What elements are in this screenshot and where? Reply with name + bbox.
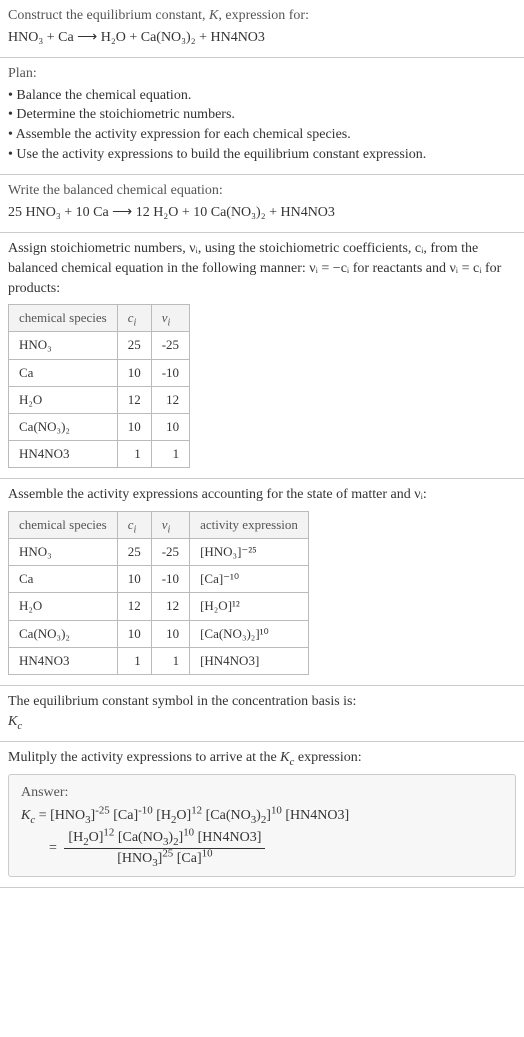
plan-item: Balance the chemical equation. [8,86,516,106]
cell-vi: 10 [151,620,189,647]
cell-species: HNO₃ [9,539,118,566]
col-vi: νi [151,511,189,538]
cell-species: Ca(NO₃)₂ [9,620,118,647]
cell-ci: 10 [117,359,151,386]
table-row: Ca(NO₃)₂ 10 10 [Ca(NO₃)₂]¹⁰ [9,620,309,647]
answer-line2: = [H2O]12 [Ca(NO3)2]10 [HN4NO3] [HNO3]25… [49,828,503,868]
equals-sign: = [49,840,60,855]
cell-ci: 25 [117,332,151,359]
table-header-row: chemical species ci νi activity expressi… [9,511,309,538]
kc-symbol-label: The equilibrium constant symbol in the c… [8,692,516,712]
col-expr: activity expression [190,511,309,538]
cell-ci: 10 [117,620,151,647]
fraction-denominator: [HNO3]25 [Ca]10 [64,849,265,869]
table-row: HNO₃ 25 -25 [HNO₃]⁻²⁵ [9,539,309,566]
balanced-section: Write the balanced chemical equation: 25… [0,175,524,233]
cell-ci: 1 [117,647,151,674]
cell-ci: 12 [117,386,151,413]
table-row: H₂O 12 12 [H₂O]¹² [9,593,309,620]
cell-expr: [Ca(NO₃)₂]¹⁰ [190,620,309,647]
cell-expr: [HN4NO3] [190,647,309,674]
activity-section: Assemble the activity expressions accoun… [0,479,524,686]
activity-intro: Assemble the activity expressions accoun… [8,485,516,505]
table-header-row: chemical species ci νi [9,305,190,332]
plan-section: Plan: Balance the chemical equation. Det… [0,58,524,175]
answer-box: Answer: Kc = [HNO3]-25 [Ca]-10 [H2O]12 [… [8,774,516,877]
multiply-label: Mulitply the activity expressions to arr… [8,748,516,768]
kc-symbol: Kc [8,712,516,732]
cell-species: H₂O [9,593,118,620]
cell-ci: 12 [117,593,151,620]
cell-vi: 10 [151,413,189,440]
table-row: Ca 10 -10 [Ca]⁻¹⁰ [9,566,309,593]
balanced-label: Write the balanced chemical equation: [8,181,516,201]
cell-species: Ca [9,359,118,386]
answer-line1: Kc = [HNO3]-25 [Ca]-10 [H2O]12 [Ca(NO3)2… [49,806,503,826]
cell-vi: 12 [151,386,189,413]
plan-list: Balance the chemical equation. Determine… [8,86,516,164]
header-section: Construct the equilibrium constant, K, e… [0,0,524,58]
cell-vi: -10 [151,566,189,593]
table-row: Ca(NO₃)₂ 10 10 [9,413,190,440]
table-row: Ca 10 -10 [9,359,190,386]
cell-species: HNO₃ [9,332,118,359]
cell-species: H₂O [9,386,118,413]
cell-vi: -25 [151,332,189,359]
cell-vi: 1 [151,441,189,468]
cell-species: HN4NO3 [9,441,118,468]
table-row: HN4NO3 1 1 [9,441,190,468]
plan-item: Determine the stoichiometric numbers. [8,105,516,125]
col-ci: ci [117,305,151,332]
header-title: Construct the equilibrium constant, K, e… [8,8,309,23]
table-row: HNO₃ 25 -25 [9,332,190,359]
cell-vi: -25 [151,539,189,566]
stoich-table: chemical species ci νi HNO₃ 25 -25 Ca 10… [8,304,190,468]
cell-ci: 25 [117,539,151,566]
table-row: HN4NO3 1 1 [HN4NO3] [9,647,309,674]
cell-expr: [Ca]⁻¹⁰ [190,566,309,593]
cell-expr: [H₂O]¹² [190,593,309,620]
cell-species: Ca(NO₃)₂ [9,413,118,440]
cell-expr: [HNO₃]⁻²⁵ [190,539,309,566]
activity-table: chemical species ci νi activity expressi… [8,511,309,675]
stoich-section: Assign stoichiometric numbers, νᵢ, using… [0,233,524,479]
answer-label: Answer: [21,783,503,803]
balanced-equation: 25 HNO₃ + 10 Ca ⟶ 12 H₂O + 10 Ca(NO₃)₂ +… [8,203,516,223]
kc-symbol-section: The equilibrium constant symbol in the c… [0,686,524,742]
plan-item: Use the activity expressions to build th… [8,145,516,165]
plan-label: Plan: [8,64,516,84]
cell-vi: 1 [151,647,189,674]
answer-fraction: [H2O]12 [Ca(NO3)2]10 [HN4NO3] [HNO3]25 [… [64,828,265,868]
cell-vi: -10 [151,359,189,386]
stoich-intro: Assign stoichiometric numbers, νᵢ, using… [8,239,516,298]
cell-ci: 1 [117,441,151,468]
cell-ci: 10 [117,413,151,440]
cell-vi: 12 [151,593,189,620]
table-row: H₂O 12 12 [9,386,190,413]
col-ci: ci [117,511,151,538]
header-equation: HNO₃ + Ca ⟶ H₂O + Ca(NO₃)₂ + HN4NO3 [8,28,516,48]
col-species: chemical species [9,305,118,332]
cell-species: Ca [9,566,118,593]
multiply-section: Mulitply the activity expressions to arr… [0,742,524,888]
col-species: chemical species [9,511,118,538]
plan-item: Assemble the activity expression for eac… [8,125,516,145]
cell-ci: 10 [117,566,151,593]
col-vi: νi [151,305,189,332]
cell-species: HN4NO3 [9,647,118,674]
fraction-numerator: [H2O]12 [Ca(NO3)2]10 [HN4NO3] [64,828,265,849]
